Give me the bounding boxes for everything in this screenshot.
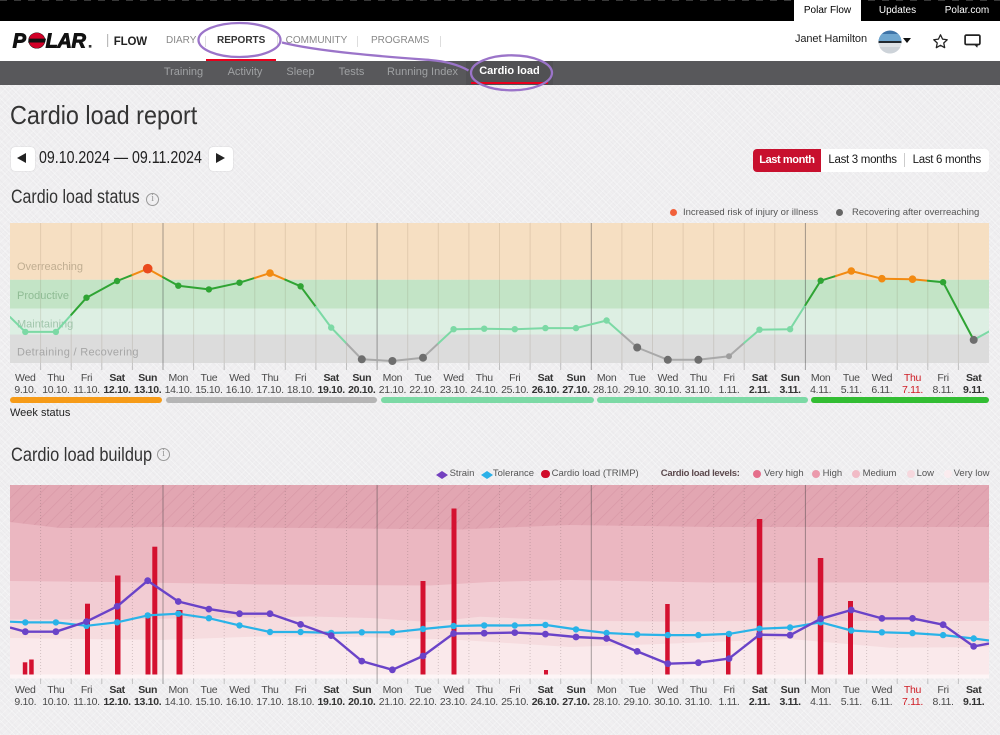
svg-text:Productive: Productive [17,290,69,302]
svg-text:Overreaching: Overreaching [17,261,83,273]
svg-text:Detraining / Recovering: Detraining / Recovering [17,346,139,358]
svg-text:Maintaining: Maintaining [17,318,73,330]
